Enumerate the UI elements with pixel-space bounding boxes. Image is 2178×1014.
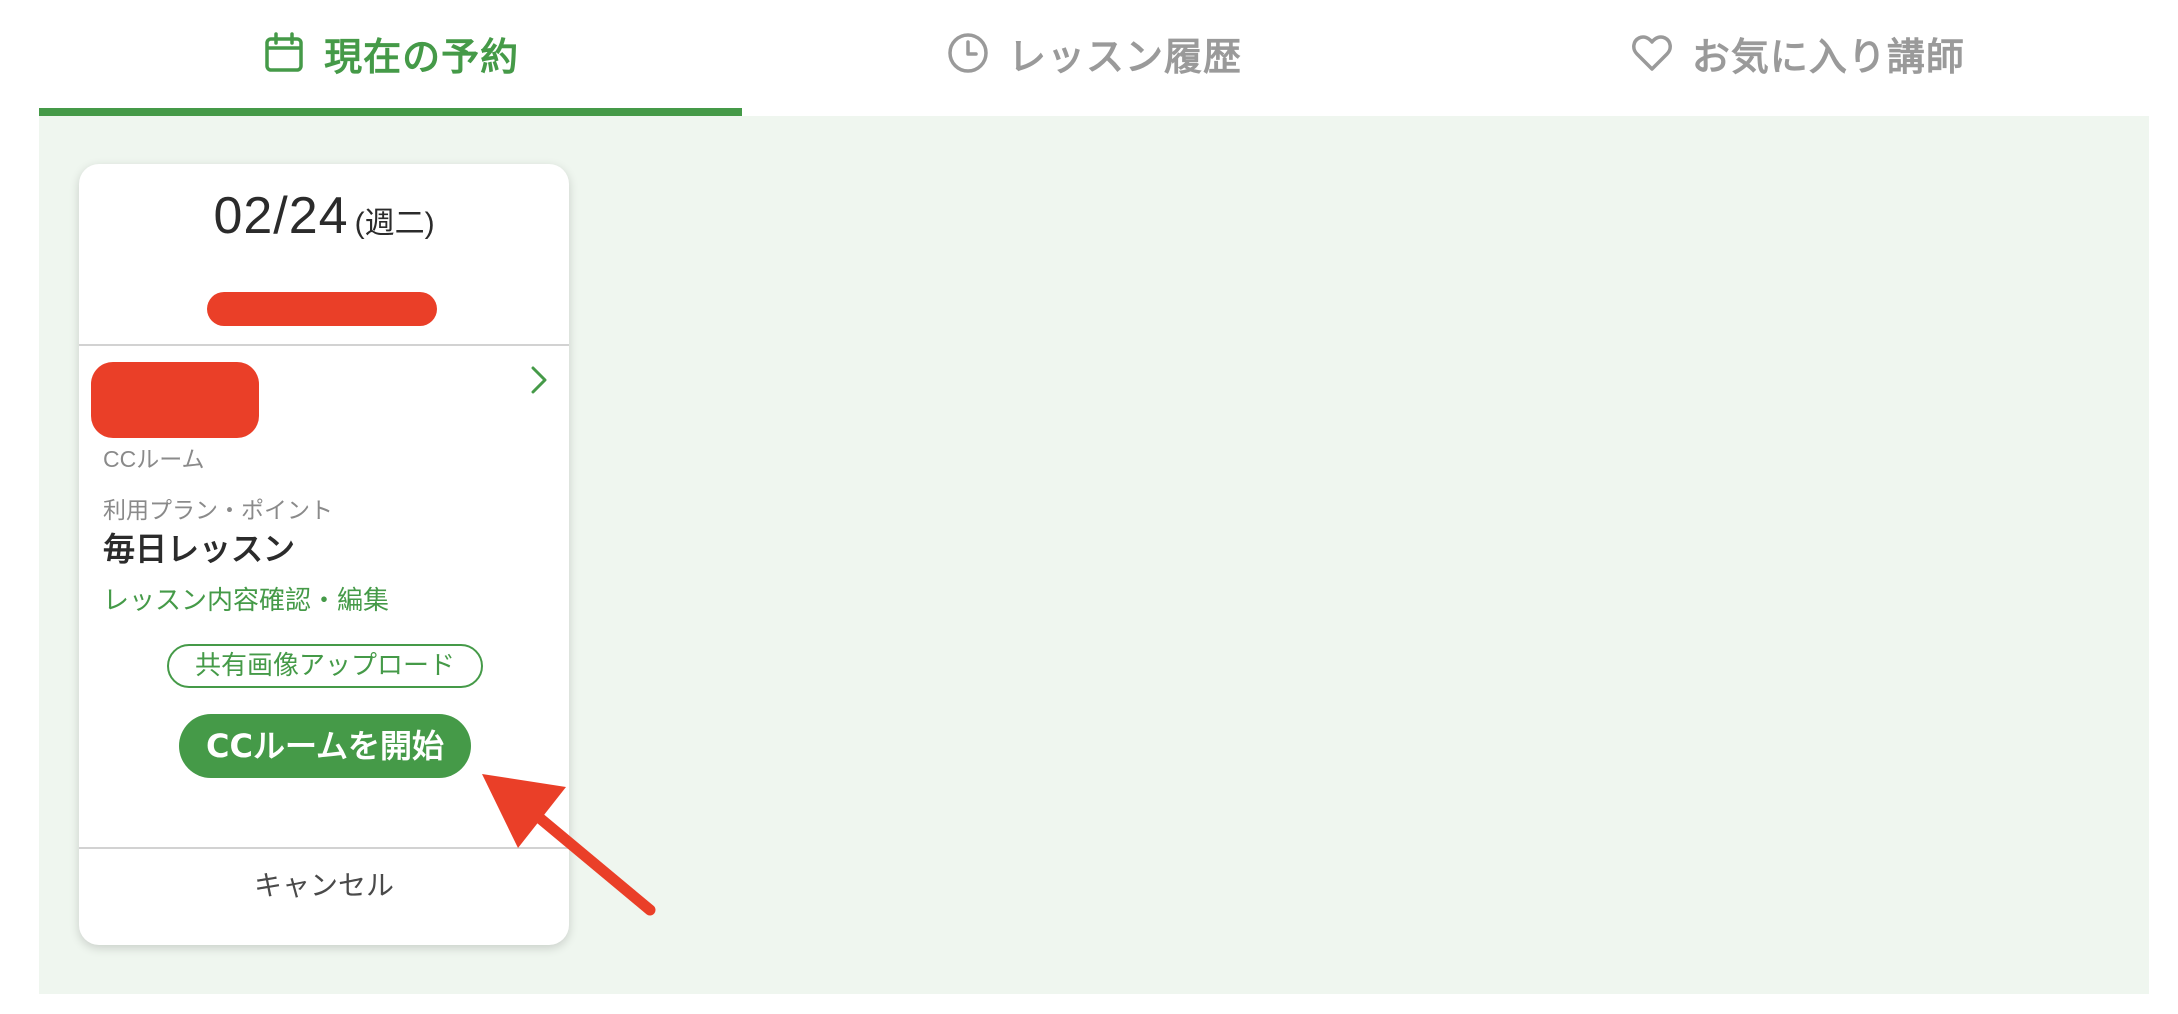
- tab-label: お気に入り講師: [1691, 34, 1965, 79]
- chevron-right-icon[interactable]: [525, 360, 553, 400]
- page: 現在の予約 レッスン履歴 お気に入り講師 02/24 (週二) CCルーム 利用…: [0, 0, 2178, 1014]
- heart-icon: [1630, 31, 1674, 75]
- plan-label: 利用プラン・ポイント: [103, 497, 333, 523]
- reservation-card: 02/24(週二) 講師 CCルーム 利用プラン・ポイント 毎日レッスン レッス…: [79, 164, 569, 945]
- tab-label: 現在の予約: [324, 34, 520, 79]
- tab-lesson-history[interactable]: レッスン履歴: [742, 0, 1445, 106]
- lesson-edit-link[interactable]: レッスン内容確認・編集: [103, 580, 389, 617]
- plan-name: 毎日レッスン: [103, 530, 296, 568]
- weekday-text: (週二): [354, 207, 435, 240]
- shared-image-upload-button[interactable]: 共有画像アップロード: [167, 644, 483, 688]
- reservations-panel: 02/24(週二) 講師 CCルーム 利用プラン・ポイント 毎日レッスン レッス…: [39, 116, 2149, 994]
- redacted-lesson-time: [207, 292, 437, 326]
- redacted-teacher-info[interactable]: [91, 362, 259, 438]
- start-cc-room-button[interactable]: CCルームを開始: [179, 714, 471, 778]
- active-tab-indicator: [39, 108, 743, 116]
- room-label: CCルーム: [103, 446, 205, 472]
- card-divider: [79, 344, 569, 346]
- tab-label: レッスン履歴: [1007, 34, 1242, 79]
- cancel-button[interactable]: キャンセル: [79, 864, 569, 904]
- tab-bar: 現在の予約 レッスン履歴 お気に入り講師: [39, 0, 2149, 116]
- tab-current-reservations[interactable]: 現在の予約: [39, 0, 743, 116]
- tab-favorite-teachers[interactable]: お気に入り講師: [1446, 0, 2149, 106]
- date-text: 02/24: [213, 187, 349, 245]
- card-divider: [79, 847, 569, 849]
- lesson-date: 02/24 (週二): [79, 186, 569, 246]
- calendar-icon: [262, 31, 306, 75]
- clock-icon: [946, 31, 990, 75]
